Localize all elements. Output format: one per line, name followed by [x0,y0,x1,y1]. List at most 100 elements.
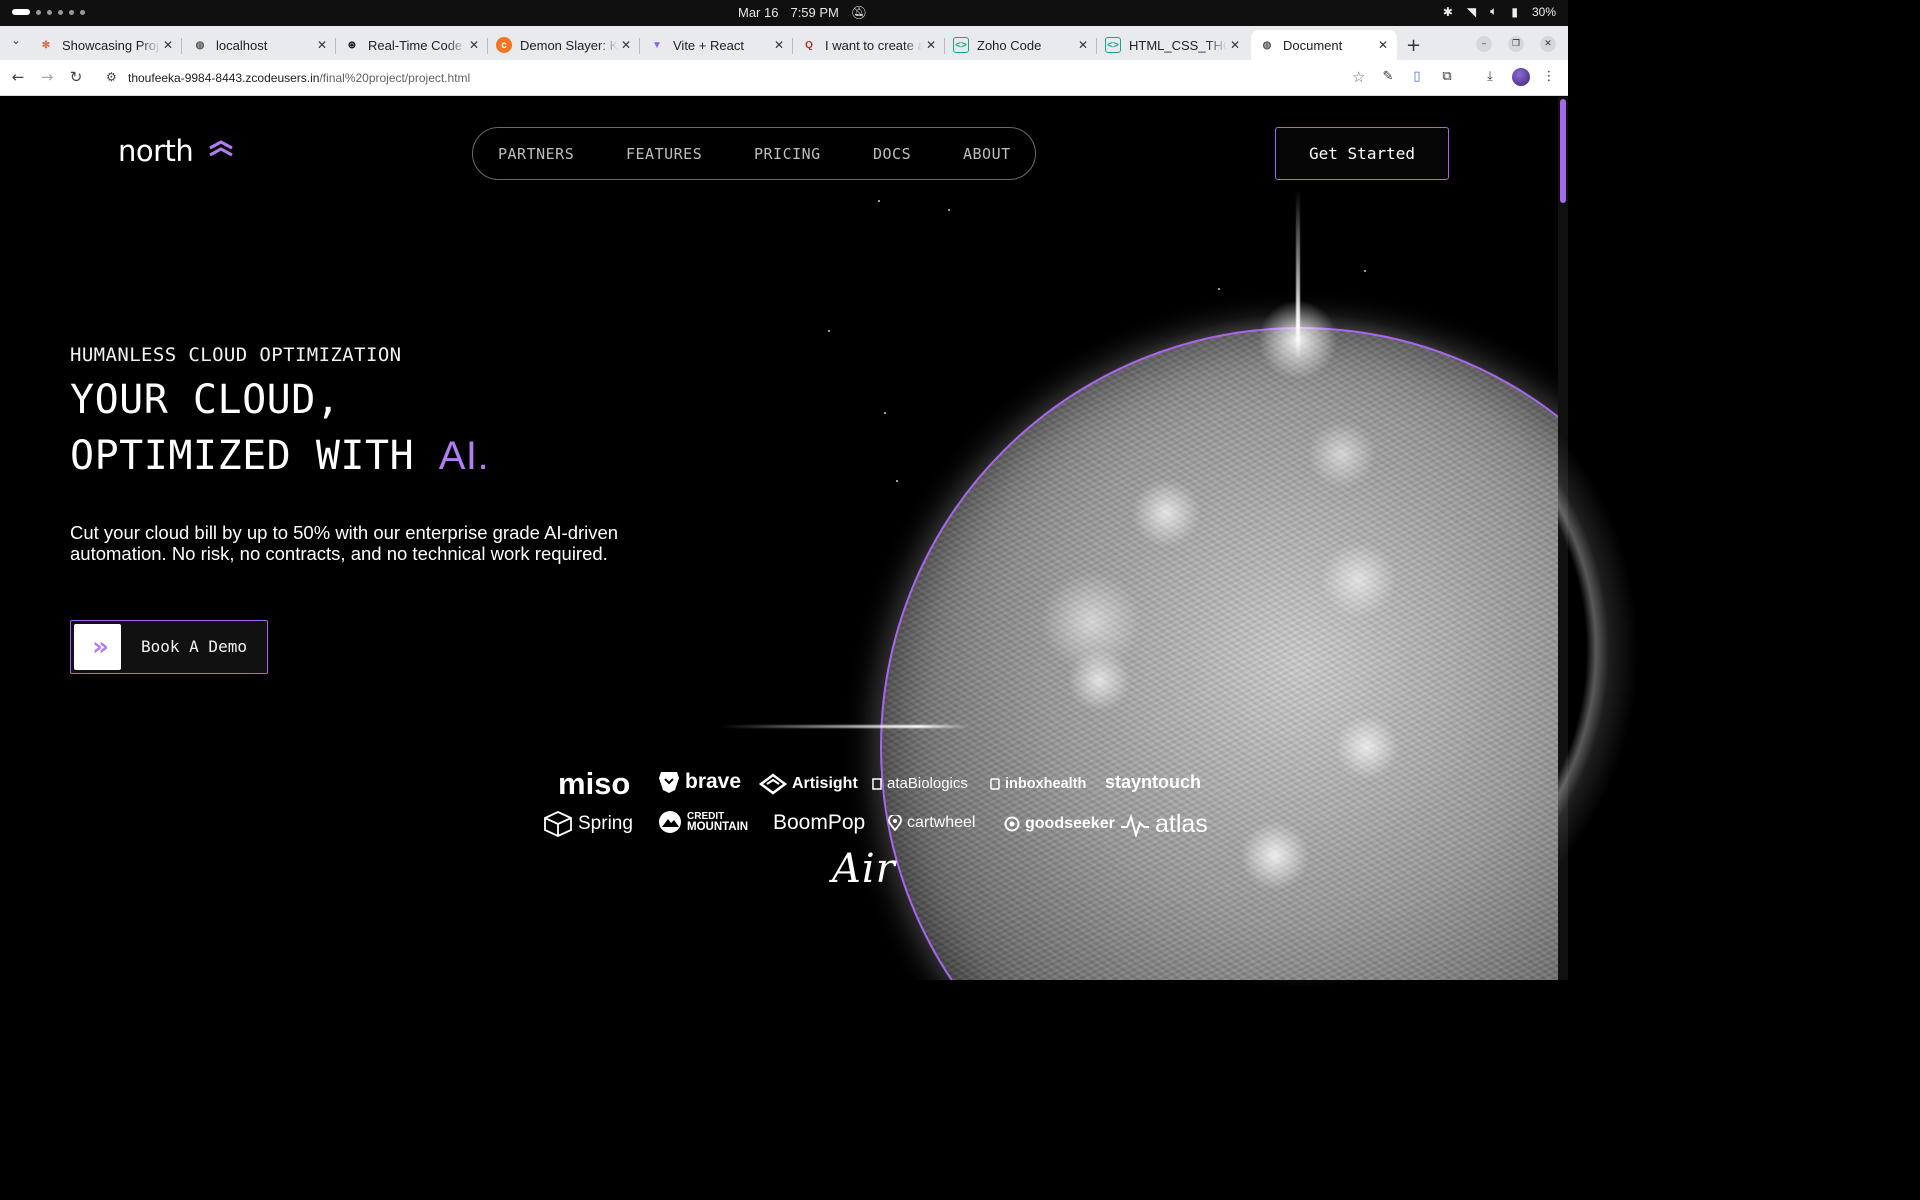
forward-arrow-icon[interactable]: → [37,68,57,86]
partner-logo-boompop: BoomPop [773,811,866,834]
close-tab-icon[interactable]: ✕ [466,38,482,52]
close-tab-icon[interactable]: ✕ [1075,38,1091,52]
close-tab-icon[interactable]: ✕ [1375,38,1391,52]
globe-icon: ◍ [195,39,205,51]
tab-quora[interactable]: Q I want to create a ✕ [793,30,945,60]
tab-document[interactable]: ◍ Document ✕ [1251,30,1397,60]
new-tab-plus-icon[interactable]: + [1406,35,1421,56]
nav-partners[interactable]: PARTNERS [498,145,574,163]
zoho-code-icon: <> [953,37,969,53]
restore-icon[interactable]: ❐ [1508,36,1524,52]
accessibility-icon: ✱ [1442,4,1453,19]
tab-label: localhost [216,37,268,53]
star [1364,270,1366,272]
tab-label: Demon Slayer: Ki [520,37,618,53]
planet-image [880,327,1558,980]
headline-line-1: YOUR CLOUD, [70,377,341,423]
os-time: 7:59 PM [790,5,839,20]
cartwheel-pin-icon [888,815,902,831]
volume-icon: 🔈︎ [1490,4,1498,18]
scrollbar-thumb[interactable] [1560,99,1566,203]
partner-logo-spring: Spring [543,810,633,838]
nav-pricing[interactable]: PRICING [754,145,821,163]
partner-logo-goodseeker: goodseeker [1004,815,1115,833]
close-tab-icon[interactable]: ✕ [923,38,939,52]
tab-label: Showcasing Proje [62,37,160,53]
eyedropper-icon[interactable]: ✎ [1379,69,1397,87]
goodseeker-icon [1004,816,1020,832]
tab-showcasing-projects[interactable]: ✻ Showcasing Proje ✕ [30,30,182,60]
tab-zoho-code[interactable]: <> Zoho Code ✕ [945,30,1097,60]
partner-logo-artisight: Artisight [759,773,858,795]
clock[interactable]: Mar 16 7:59 PM 🔕︎ [738,5,867,21]
os-date: Mar 16 [738,5,779,20]
extension-document-icon[interactable]: ▯ [1408,69,1426,87]
partner-logo-miso: miso [558,766,631,801]
credit-mountain-icon [659,811,681,833]
back-arrow-icon[interactable]: ← [8,68,28,86]
tab-search-chevron-icon[interactable]: ⌄ [6,34,26,52]
browser-menu-icon[interactable]: ⋮ [1540,69,1558,87]
nav-docs[interactable]: DOCS [873,145,911,163]
hero-subtext: Cut your cloud bill by up to 50% with ou… [70,522,619,564]
close-window-icon[interactable]: ✕ [1540,36,1556,52]
partner-logo-air: Air [832,846,896,892]
tab-label: Document [1283,37,1343,53]
get-started-button[interactable]: Get Started [1275,127,1449,180]
tab-realtime-code[interactable]: ⊛ Real-Time Code E ✕ [336,30,488,60]
brave-lion-icon [659,772,679,793]
tab-label: Real-Time Code E [368,37,466,53]
tab-html-css[interactable]: <> HTML_CSS_THOU ✕ [1097,30,1249,60]
close-tab-icon[interactable]: ✕ [1227,38,1243,52]
profile-avatar[interactable] [1512,68,1530,86]
partner-logo-stayntouch: stayntouch [1105,772,1202,792]
bookmark-star-icon[interactable]: ☆ [1352,68,1365,86]
inboxhealth-icon [990,778,1000,790]
north-logo[interactable]: north [118,134,194,168]
partner-logo-brave: brave [658,770,741,794]
tab-label: I want to create a [825,37,923,53]
hero-headline: YOUR CLOUD, OPTIMIZED WITH AI. [70,372,489,484]
os-top-bar: Mar 16 7:59 PM 🔕︎ ✱ ◥ 🔈︎ ▮ 30% [0,0,1568,26]
tab-localhost[interactable]: ◍ localhost ✕ [184,30,336,60]
download-icon[interactable]: ⤓ [1481,69,1499,87]
partner-logo-atlas: atlas [1120,810,1208,839]
nav-features[interactable]: FEATURES [626,145,702,163]
star [896,480,898,482]
minimize-icon[interactable]: – [1476,36,1492,52]
asterisk-icon: ✻ [41,39,51,51]
tab-demon-slayer[interactable]: c Demon Slayer: Ki ✕ [488,30,640,60]
close-tab-icon[interactable]: ✕ [314,38,330,52]
quora-icon: Q [805,39,813,51]
star [948,209,950,211]
url-text[interactable]: thoufeeka-9984-8443.zcodeusers.in/final%… [128,71,470,85]
browser-tab-strip: ⌄ ✻ Showcasing Proje ✕ ◍ localhost ✕ ⊛ R… [0,26,1568,60]
book-demo-button[interactable]: » Book A Demo [70,620,268,674]
close-tab-icon[interactable]: ✕ [618,38,634,52]
workspace-indicator[interactable] [12,9,85,15]
tab-label: Vite + React [673,37,744,53]
artisight-icon [759,773,787,795]
star [828,330,830,332]
close-tab-icon[interactable]: ✕ [771,38,787,52]
main-nav: PARTNERS FEATURES PRICING DOCS ABOUT [472,127,1036,180]
address-bar[interactable]: ⚙ thoufeeka-9984-8443.zcodeusers.in/fina… [100,63,1370,93]
nav-about[interactable]: ABOUT [963,145,1011,163]
partner-logo-inboxhealth: inboxhealth [990,776,1086,792]
partner-logo-databiologics: ataBiologics [872,775,968,792]
spring-cube-icon [544,811,572,837]
close-tab-icon[interactable]: ✕ [160,38,176,52]
star [1218,288,1220,290]
book-demo-label: Book A Demo [141,637,247,656]
databiologics-icon [872,777,882,790]
globe-icon: ◍ [1262,39,1272,51]
browser-toolbar: ← → ↻ ⚙ thoufeeka-9984-8443.zcodeusers.i… [0,60,1568,96]
site-info-icon[interactable]: ⚙ [106,70,117,84]
star [878,200,880,202]
north-chevron-logo-icon [209,140,233,157]
system-tray[interactable]: ✱ ◥ 🔈︎ ▮ 30% [1443,4,1556,19]
tab-label: HTML_CSS_THOU [1129,37,1227,53]
reload-icon[interactable]: ↻ [66,68,86,86]
tab-vite-react[interactable]: ▼ Vite + React ✕ [641,30,793,60]
extensions-puzzle-icon[interactable]: ⧉ [1438,69,1456,87]
